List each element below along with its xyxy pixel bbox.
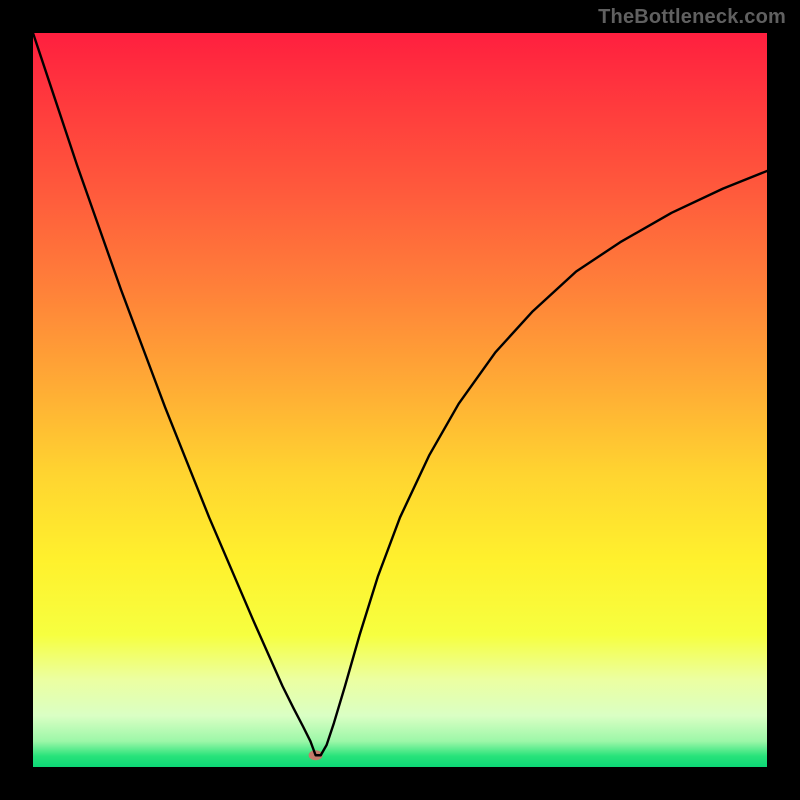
chart-canvas bbox=[33, 33, 767, 767]
watermark-text: TheBottleneck.com bbox=[598, 6, 786, 29]
chart-frame: TheBottleneck.com bbox=[0, 0, 800, 800]
plot-area bbox=[33, 33, 767, 767]
